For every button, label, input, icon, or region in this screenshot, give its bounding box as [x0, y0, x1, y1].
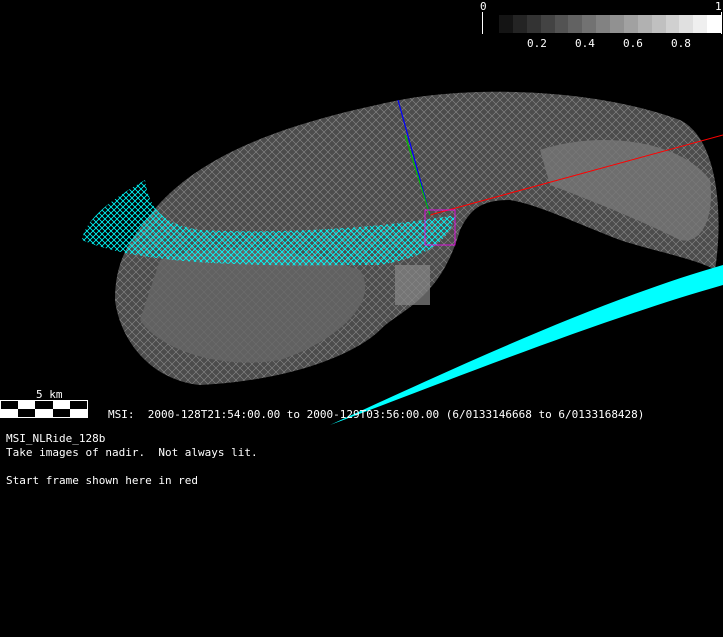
scale-bar-cell: [69, 409, 87, 417]
colorbar-step: [637, 15, 652, 33]
scale-bar-cell: [52, 401, 70, 409]
colorbar-step: [499, 15, 513, 33]
colorbar-step: [596, 15, 610, 33]
colorbar-step: [651, 15, 666, 33]
scale-bar-cell: [52, 409, 70, 417]
scale-bar-cell: [1, 409, 19, 417]
colorbar-step: [679, 15, 694, 33]
colorbar-step: [526, 15, 541, 33]
colorbar-step: [665, 15, 680, 33]
colorbar: 0 1 0.2 0.4 0.6 0.8: [480, 0, 723, 50]
scale-bar-cell: [1, 401, 19, 409]
colorbar-step: [568, 15, 583, 33]
sequence-name: MSI_NLRide_128b: [6, 432, 106, 445]
start-frame-note: Start frame shown here in red: [6, 474, 199, 487]
scale-bar-cell: [18, 409, 36, 417]
colorbar-tick-label: 0.2: [527, 37, 547, 50]
colorbar-min-label: 0: [480, 0, 487, 13]
scale-bar: [0, 400, 88, 418]
colorbar-step: [582, 15, 597, 33]
scale-bar-cell: [18, 401, 36, 409]
scale-bar-cell: [69, 401, 87, 409]
colorbar-step: [540, 15, 555, 33]
sequence-description: Take images of nadir. Not always lit.: [6, 446, 258, 459]
colorbar-tick-label: 0.4: [575, 37, 595, 50]
colorbar-max-label: 1: [715, 0, 722, 13]
3d-viewport[interactable]: [0, 0, 723, 637]
colorbar-tick-label: 0.8: [671, 37, 691, 50]
colorbar-step: [707, 15, 721, 33]
colorbar-step: [512, 15, 527, 33]
colorbar-tick-label: 0.6: [623, 37, 643, 50]
colorbar-step: [693, 15, 708, 33]
scale-bar-cell: [35, 409, 53, 417]
instrument-time-range: MSI: 2000-128T21:54:00.00 to 2000-129T03…: [108, 408, 645, 421]
colorbar-step: [554, 15, 569, 33]
colorbar-step: [610, 15, 624, 33]
scale-bar-cell: [35, 401, 53, 409]
colorbar-step: [623, 15, 638, 33]
